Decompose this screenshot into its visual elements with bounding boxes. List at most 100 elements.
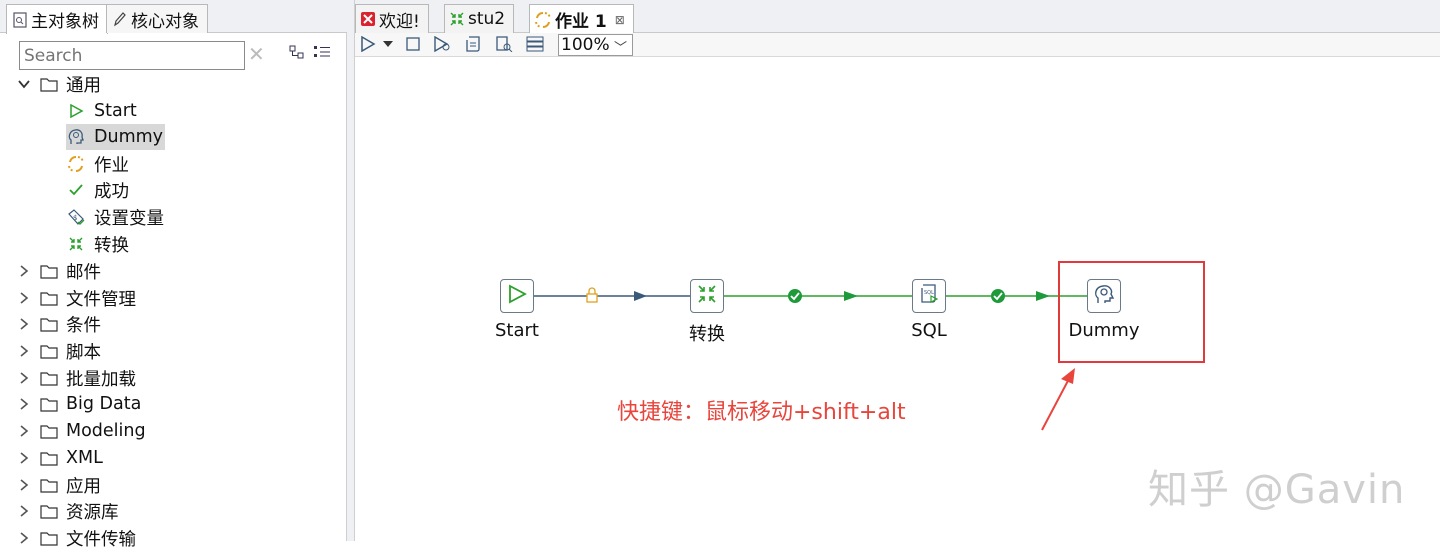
left-panel-tabs: 主对象树 核心对象 [0, 0, 347, 34]
node-sql[interactable]: SQL [912, 279, 946, 313]
folder-icon [40, 317, 58, 332]
tree-item-label: Dummy [94, 127, 164, 147]
tree-item-transformation[interactable]: 转换 [66, 231, 129, 257]
lock-icon [586, 287, 598, 303]
tree-item-label: Start [94, 101, 137, 121]
sql-icon[interactable] [526, 36, 544, 52]
sql-script-icon: SQL [918, 283, 940, 309]
tree-folder-label: Modeling [66, 421, 146, 441]
chevron-right-icon[interactable] [14, 505, 34, 517]
run-dropdown-icon[interactable] [382, 36, 394, 52]
preview-icon[interactable] [433, 36, 451, 52]
tree-folder-modeling[interactable]: Modeling [14, 418, 146, 444]
tree-folder-scripting[interactable]: 脚本 [14, 338, 101, 364]
job-canvas[interactable]: Start 转换 SQL SQL Dummy 快捷键：鼠标移动+shift+al… [355, 57, 1440, 541]
check-icon[interactable] [465, 36, 481, 52]
folder-icon [40, 424, 58, 439]
tree-folder-label: XML [66, 448, 103, 468]
dummy-head-icon [66, 128, 86, 146]
tab-label: stu2 [468, 9, 506, 29]
tree-folder-general[interactable]: 通用 [14, 71, 101, 97]
tree-item-success[interactable]: 成功 [66, 177, 129, 203]
pencil-icon [113, 11, 127, 27]
tree-item-label: 设置变量 [94, 208, 164, 229]
stop-icon[interactable] [405, 36, 421, 52]
hop-arrow-icon [1036, 291, 1050, 301]
tab-stu2[interactable]: stu2 [444, 4, 515, 33]
pointer-arrow [1041, 374, 1072, 431]
job-editor: 欢迎! stu2 作业 1 ⊠ 100% ﹀ Start 转换 SQL SQL … [355, 0, 1440, 541]
tree-item-set-variables[interactable]: $ 设置变量 [66, 204, 164, 230]
tab-main-tree[interactable]: 主对象树 [6, 4, 108, 34]
chevron-down-icon[interactable] [14, 79, 34, 89]
tree-folder-utility[interactable]: 应用 [14, 472, 101, 498]
welcome-icon [360, 11, 376, 27]
chevron-right-icon[interactable] [14, 425, 34, 437]
tree-folder-label: 批量加载 [66, 369, 136, 390]
panel-splitter[interactable] [347, 0, 355, 541]
search-input[interactable] [19, 41, 245, 70]
success-check-icon [991, 289, 1005, 303]
folder-icon [40, 478, 58, 493]
zoom-select[interactable]: 100% ﹀ [558, 34, 633, 56]
tab-core-objects[interactable]: 核心对象 [106, 4, 208, 33]
tab-label: 核心对象 [131, 11, 199, 32]
tab-label: 欢迎! [379, 11, 420, 32]
tree-folder-label: 邮件 [66, 262, 101, 283]
tree-item-dummy[interactable]: Dummy [66, 124, 166, 150]
chevron-right-icon[interactable] [14, 292, 34, 304]
transformation-icon [696, 283, 718, 309]
job-icon [66, 155, 86, 173]
chevron-right-icon[interactable] [14, 345, 34, 357]
tree-folder-file-transfer[interactable]: 文件传输 [14, 525, 136, 551]
expand-tree-icon[interactable] [289, 44, 305, 60]
chevron-right-icon[interactable] [14, 452, 34, 464]
node-transformation[interactable] [690, 279, 724, 313]
tab-label: 主对象树 [31, 12, 99, 32]
node-label-transformation: 转换 [689, 324, 725, 345]
tree-folder-label: 应用 [66, 476, 101, 497]
success-check-icon [788, 289, 802, 303]
set-variable-icon: $ [66, 208, 86, 226]
chevron-right-icon[interactable] [14, 398, 34, 410]
tree-folder-xml[interactable]: XML [14, 445, 103, 471]
chevron-right-icon[interactable] [14, 372, 34, 384]
folder-icon [40, 291, 58, 306]
tab-welcome[interactable]: 欢迎! [355, 4, 429, 33]
close-tab-icon[interactable]: ⊠ [615, 13, 625, 27]
chevron-right-icon[interactable] [14, 532, 34, 544]
folder-icon [40, 77, 58, 92]
node-start[interactable] [500, 279, 534, 313]
hop-arrow-icon [634, 291, 647, 301]
collapse-tree-icon[interactable] [313, 44, 331, 60]
tree-folder-mail[interactable]: 邮件 [14, 258, 101, 284]
tree-folder-label: Big Data [66, 394, 142, 414]
tree-item-start[interactable]: Start [66, 98, 137, 124]
chevron-right-icon[interactable] [14, 265, 34, 277]
clear-search-icon[interactable]: ✕ [248, 42, 265, 66]
tree-folder-file-management[interactable]: 文件管理 [14, 285, 136, 311]
editor-tabs: 欢迎! stu2 作业 1 ⊠ [355, 0, 1440, 34]
tree-folder-big-data[interactable]: Big Data [14, 391, 141, 417]
folder-icon [40, 397, 58, 412]
chevron-right-icon[interactable] [14, 479, 34, 491]
analyze-db-icon[interactable] [495, 36, 513, 52]
left-panel: 主对象树 核心对象 ✕ 通用 Start Dummy 作业 成功 [0, 0, 347, 550]
tree-item-job[interactable]: 作业 [66, 151, 129, 177]
zoom-value: 100% [561, 35, 610, 55]
tree-folder-bulk-loading[interactable]: 批量加载 [14, 365, 136, 391]
doc-tree-icon [13, 11, 27, 28]
chevron-right-icon[interactable] [14, 318, 34, 330]
node-label-start: Start [495, 320, 539, 341]
tree-folder-repository[interactable]: 资源库 [14, 498, 119, 524]
folder-icon [40, 531, 58, 546]
folder-icon [40, 371, 58, 386]
watermark: 知乎 @Gavin [1148, 467, 1406, 513]
transformation-icon [449, 11, 465, 27]
folder-icon [40, 504, 58, 519]
svg-text:SQL: SQL [924, 290, 934, 296]
tab-job-1[interactable]: 作业 1 ⊠ [529, 4, 634, 34]
success-check-icon [66, 182, 86, 198]
tree-folder-conditions[interactable]: 条件 [14, 311, 101, 337]
run-icon[interactable] [360, 36, 376, 52]
